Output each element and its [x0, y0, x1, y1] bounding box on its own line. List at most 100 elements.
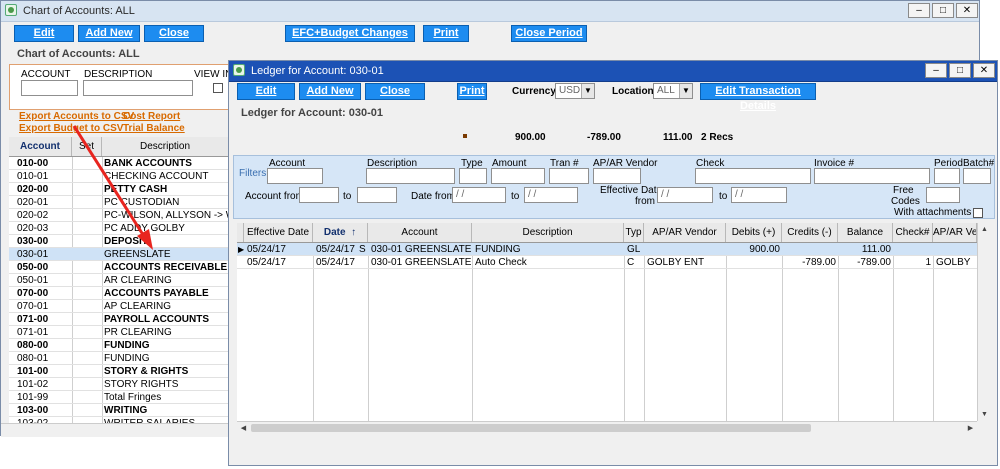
maximize-icon[interactable]: □: [932, 3, 954, 18]
debits-column-header[interactable]: Debits (+): [726, 223, 782, 242]
table-row[interactable]: 103-00 WRITING: [9, 404, 229, 417]
apar-vendor-filter-input[interactable]: [593, 168, 641, 184]
set-column-header[interactable]: Set: [72, 137, 102, 156]
balance-column-header[interactable]: Balance: [838, 223, 893, 242]
table-row[interactable]: 05/24/17 05/24/17 030-01 GREENSLATE Auto Ch…: [237, 256, 977, 269]
amount-filter-input[interactable]: [491, 168, 545, 184]
table-row[interactable]: 020-02 PC-WILSON, ALLYSON -> WILSO: [9, 209, 229, 222]
efc-budget-changes-button[interactable]: EFC+Budget Changes: [285, 25, 415, 42]
location-select[interactable]: ALL ▼: [653, 83, 693, 99]
scroll-left-icon[interactable]: ◀: [237, 422, 250, 435]
scroll-down-icon[interactable]: ▼: [978, 408, 991, 421]
table-row[interactable]: 071-00 PAYROLL ACCOUNTS: [9, 313, 229, 326]
cost-report-link[interactable]: Cost Report: [123, 111, 180, 122]
apar-vendor-column-header[interactable]: AP/AR Vendor: [644, 223, 726, 242]
account-column-header[interactable]: Account: [9, 137, 72, 156]
table-row[interactable]: 030-00 DEPOSIT: [9, 235, 229, 248]
typ-column-header[interactable]: Typ: [624, 223, 644, 242]
location-label: Location:: [612, 86, 657, 97]
period-filter-input[interactable]: [934, 168, 960, 184]
chevron-down-icon[interactable]: ▼: [679, 84, 692, 98]
account-filter-input[interactable]: [21, 80, 78, 96]
minimize-icon[interactable]: –: [925, 63, 947, 78]
table-row[interactable]: 020-01 PC CUSTODIAN: [9, 196, 229, 209]
coa-title-bar[interactable]: Chart of Accounts: ALL – □ ✕: [1, 1, 979, 22]
date-column-header[interactable]: Date ↑: [313, 223, 368, 242]
chevron-down-icon[interactable]: ▼: [581, 84, 594, 98]
description-cell: AP CLEARING: [104, 301, 172, 312]
tran-filter-input[interactable]: [549, 168, 589, 184]
maximize-icon[interactable]: □: [949, 63, 971, 78]
table-row[interactable]: 080-01 FUNDING: [9, 352, 229, 365]
currency-select[interactable]: USD ▼: [555, 83, 595, 99]
table-row[interactable]: 071-01 PR CLEARING: [9, 326, 229, 339]
description-column-header[interactable]: Description: [472, 223, 624, 242]
table-row[interactable]: 070-00 ACCOUNTS PAYABLE: [9, 287, 229, 300]
credits-column-header[interactable]: Credits (-): [782, 223, 838, 242]
description-filter-input[interactable]: [366, 168, 455, 184]
table-row[interactable]: 101-00 STORY & RIGHTS: [9, 365, 229, 378]
ledger-edit-button[interactable]: Edit: [237, 83, 295, 100]
date-to-input[interactable]: / /: [524, 187, 578, 203]
ledger-close-button[interactable]: Close: [365, 83, 425, 100]
coa-horizontal-scrollbar[interactable]: [1, 423, 229, 437]
export-budget-link[interactable]: Export Budget to CSV: [19, 123, 123, 134]
ledger-title-bar[interactable]: Ledger for Account: 030-01 – □ ✕: [229, 61, 997, 82]
sort-ascending-icon: ↑: [348, 227, 357, 238]
effective-date-from-input[interactable]: / /: [657, 187, 713, 203]
check-filter-input[interactable]: [695, 168, 811, 184]
date-from-input[interactable]: / /: [452, 187, 506, 203]
invoice-filter-input[interactable]: [814, 168, 930, 184]
scroll-up-icon[interactable]: ▲: [978, 223, 991, 236]
check-column-header[interactable]: Check#: [893, 223, 933, 242]
table-row[interactable]: 070-01 AP CLEARING: [9, 300, 229, 313]
description-cell: Total Fringes: [104, 392, 162, 403]
description-cell: FUNDING: [104, 340, 150, 351]
coa-add-new-button[interactable]: Add New: [78, 25, 140, 42]
table-row[interactable]: 050-01 AR CLEARING: [9, 274, 229, 287]
description-column-header[interactable]: Description: [102, 137, 229, 156]
grid-line: [726, 243, 727, 421]
table-row[interactable]: 050-00 ACCOUNTS RECEIVABLE: [9, 261, 229, 274]
table-row[interactable]: 080-00 FUNDING: [9, 339, 229, 352]
account-cell: 071-00: [17, 314, 49, 325]
minimize-icon[interactable]: –: [908, 3, 930, 18]
coa-edit-button[interactable]: Edit: [14, 25, 74, 42]
coa-print-button[interactable]: Print: [423, 25, 469, 42]
table-row[interactable]: 101-02 STORY RIGHTS: [9, 378, 229, 391]
batch-filter-input[interactable]: [963, 168, 991, 184]
with-attachments-checkbox[interactable]: [973, 208, 983, 218]
account-from-input[interactable]: [299, 187, 339, 203]
table-row[interactable]: 010-00 BANK ACCOUNTS: [9, 157, 229, 170]
table-row[interactable]: 030-01 GREENSLATE: [9, 248, 229, 261]
free-codes-input[interactable]: [926, 187, 960, 203]
export-accounts-link[interactable]: Export Accounts to CSV: [19, 111, 134, 122]
table-row[interactable]: 101-99 Total Fringes: [9, 391, 229, 404]
effective-date-column-header[interactable]: Effective Date: [244, 223, 313, 242]
type-filter-input[interactable]: [459, 168, 487, 184]
scroll-right-icon[interactable]: ▶: [964, 422, 977, 435]
close-icon[interactable]: ✕: [973, 63, 995, 78]
close-period-button[interactable]: Close Period: [511, 25, 587, 42]
apar-vendor2-column-header[interactable]: AP/AR Ven: [933, 223, 977, 242]
view-in-checkbox[interactable]: [213, 83, 223, 93]
coa-close-button[interactable]: Close: [144, 25, 204, 42]
account-column-header[interactable]: Account: [368, 223, 472, 242]
account-to-input[interactable]: [357, 187, 397, 203]
ledger-vertical-scrollbar[interactable]: ▲ ▼: [977, 223, 992, 421]
account-cell: 080-00: [17, 340, 49, 351]
table-row[interactable]: 020-03 PC ADDY GOLBY: [9, 222, 229, 235]
ledger-horizontal-scrollbar[interactable]: ◀ ▶: [237, 421, 977, 435]
account-filter-input[interactable]: [267, 168, 323, 184]
table-row[interactable]: 020-00 PETTY CASH: [9, 183, 229, 196]
edit-transaction-details-button[interactable]: Edit Transaction Details: [700, 83, 816, 112]
effective-date-to-input[interactable]: / /: [731, 187, 787, 203]
table-row[interactable]: 010-01 CHECKING ACCOUNT: [9, 170, 229, 183]
trial-balance-link[interactable]: Trial Balance: [123, 123, 185, 134]
ledger-print-button[interactable]: Print: [457, 83, 487, 100]
scroll-thumb[interactable]: [251, 424, 811, 432]
ledger-add-new-button[interactable]: Add New: [299, 83, 361, 100]
close-icon[interactable]: ✕: [956, 3, 978, 18]
table-row[interactable]: ▶ 05/24/17 05/24/17 S 030-01 GREENSLATE FUNDI…: [237, 243, 977, 256]
description-filter-input[interactable]: [83, 80, 193, 96]
